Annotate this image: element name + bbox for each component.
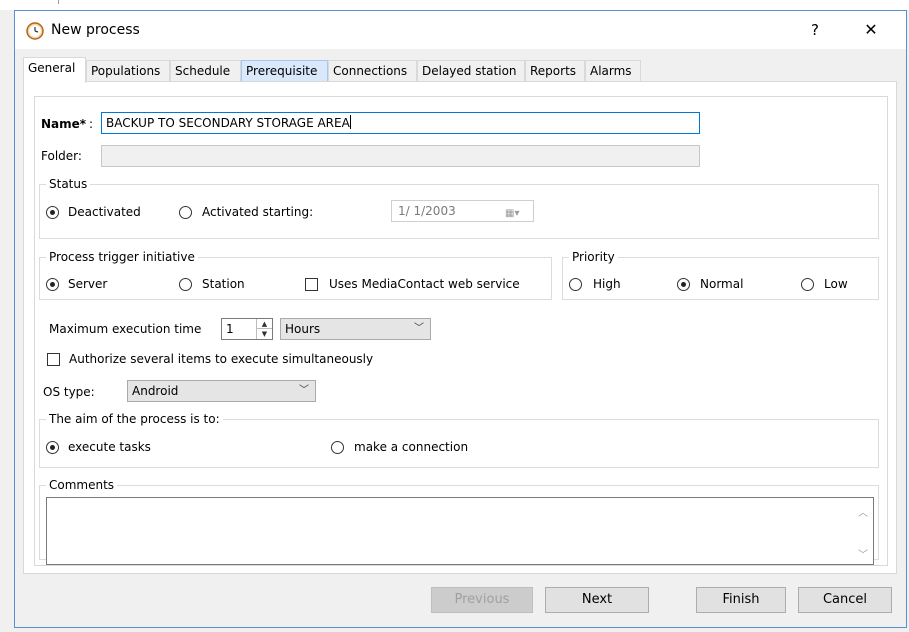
name-input[interactable]: BACKUP TO SECONDARY STORAGE AREA <box>101 112 700 134</box>
folder-input[interactable] <box>101 145 700 167</box>
calendar-dropdown-icon: ▦▾ <box>505 208 520 219</box>
activation-date-picker[interactable]: 1/ 1/2003 ▦▾ <box>391 200 534 222</box>
activated-radio[interactable] <box>179 206 192 219</box>
name-label-colon: : <box>89 117 94 131</box>
priority-low-label: Low <box>824 277 848 291</box>
tab-prerequisite[interactable]: Prerequisite <box>241 60 328 82</box>
status-group-title: Status <box>46 177 91 191</box>
make-connection-radio[interactable] <box>331 441 344 454</box>
tab-populations[interactable]: Populations <box>86 60 170 82</box>
max-exec-stepper[interactable]: 1 ▲ ▼ <box>221 318 273 340</box>
stepper-down-icon[interactable]: ▼ <box>257 329 272 339</box>
deactivated-radio[interactable] <box>46 206 59 219</box>
general-tab-panel: Name*: BACKUP TO SECONDARY STORAGE AREA … <box>23 81 897 574</box>
comments-group: Comments ︿ ﹀ <box>39 478 879 565</box>
previous-button[interactable]: Previous <box>431 587 533 613</box>
comments-textarea[interactable]: ︿ ﹀ <box>46 497 874 565</box>
aim-group-title: The aim of the process is to: <box>46 412 223 426</box>
name-label: Name* <box>41 117 87 131</box>
background-tick <box>58 0 59 4</box>
station-radio[interactable] <box>179 278 192 291</box>
max-exec-unit-select[interactable]: Hours ﹀ <box>280 318 431 340</box>
close-button[interactable]: ✕ <box>853 17 889 43</box>
aim-group: The aim of the process is to: execute ta… <box>39 412 879 468</box>
title-bar: New process ? ✕ <box>15 11 906 49</box>
activation-date-value: 1/ 1/2003 <box>398 204 456 218</box>
web-service-label: Uses MediaContact web service <box>329 277 520 291</box>
general-form: Name*: BACKUP TO SECONDARY STORAGE AREA … <box>34 96 888 566</box>
priority-group: Priority High Normal Low <box>562 250 879 300</box>
station-label: Station <box>202 277 245 291</box>
finish-button[interactable]: Finish <box>696 587 786 613</box>
activated-label: Activated starting: <box>202 205 314 219</box>
text-caret <box>349 115 351 129</box>
tab-alarms[interactable]: Alarms <box>585 60 641 82</box>
tab-connections[interactable]: Connections <box>328 60 417 82</box>
new-process-dialog: New process ? ✕ General Populations Sche… <box>14 10 907 628</box>
next-button[interactable]: Next <box>545 587 649 613</box>
scroll-down-icon[interactable]: ﹀ <box>857 546 869 561</box>
status-group: Status Deactivated Activated starting: 1… <box>39 177 879 239</box>
scroll-up-icon[interactable]: ︿ <box>857 504 869 519</box>
web-service-checkbox[interactable] <box>305 278 318 291</box>
chevron-down-icon: ﹀ <box>414 323 424 334</box>
comments-group-title: Comments <box>46 478 118 492</box>
clock-icon <box>26 22 44 40</box>
max-exec-unit-value: Hours <box>285 322 321 336</box>
help-button[interactable]: ? <box>800 17 830 43</box>
tab-reports[interactable]: Reports <box>525 60 585 82</box>
deactivated-label: Deactivated <box>68 205 141 219</box>
execute-tasks-label: execute tasks <box>68 440 151 454</box>
server-label: Server <box>68 277 108 291</box>
make-connection-label: make a connection <box>354 440 469 454</box>
priority-normal-label: Normal <box>700 277 744 291</box>
priority-low-radio[interactable] <box>801 278 814 291</box>
trigger-group-title: Process trigger initiative <box>46 250 198 264</box>
authorize-checkbox[interactable] <box>47 353 60 366</box>
priority-group-title: Priority <box>569 250 618 264</box>
execute-tasks-radio[interactable] <box>46 441 59 454</box>
folder-label: Folder: <box>41 149 82 163</box>
os-type-select[interactable]: Android ﹀ <box>127 380 316 402</box>
server-radio[interactable] <box>46 278 59 291</box>
cancel-button[interactable]: Cancel <box>798 587 892 613</box>
priority-high-radio[interactable] <box>569 278 582 291</box>
max-exec-label: Maximum execution time <box>49 322 202 336</box>
authorize-label: Authorize several items to execute simul… <box>69 352 374 366</box>
trigger-group: Process trigger initiative Server Statio… <box>39 250 552 300</box>
tab-schedule[interactable]: Schedule <box>170 60 241 82</box>
tab-general[interactable]: General <box>23 57 86 83</box>
priority-high-label: High <box>593 277 621 291</box>
os-type-label: OS type: <box>43 385 95 399</box>
tab-delayed-station[interactable]: Delayed station <box>417 60 525 82</box>
os-type-value: Android <box>132 384 179 398</box>
window-title: New process <box>51 22 140 38</box>
max-exec-value: 1 <box>226 322 234 336</box>
priority-normal-radio[interactable] <box>677 278 690 291</box>
background-window-strip <box>0 0 909 10</box>
name-input-value: BACKUP TO SECONDARY STORAGE AREA <box>106 116 350 130</box>
chevron-down-icon: ﹀ <box>299 385 309 396</box>
stepper-arrows: ▲ ▼ <box>256 319 272 339</box>
stepper-up-icon[interactable]: ▲ <box>257 319 272 329</box>
